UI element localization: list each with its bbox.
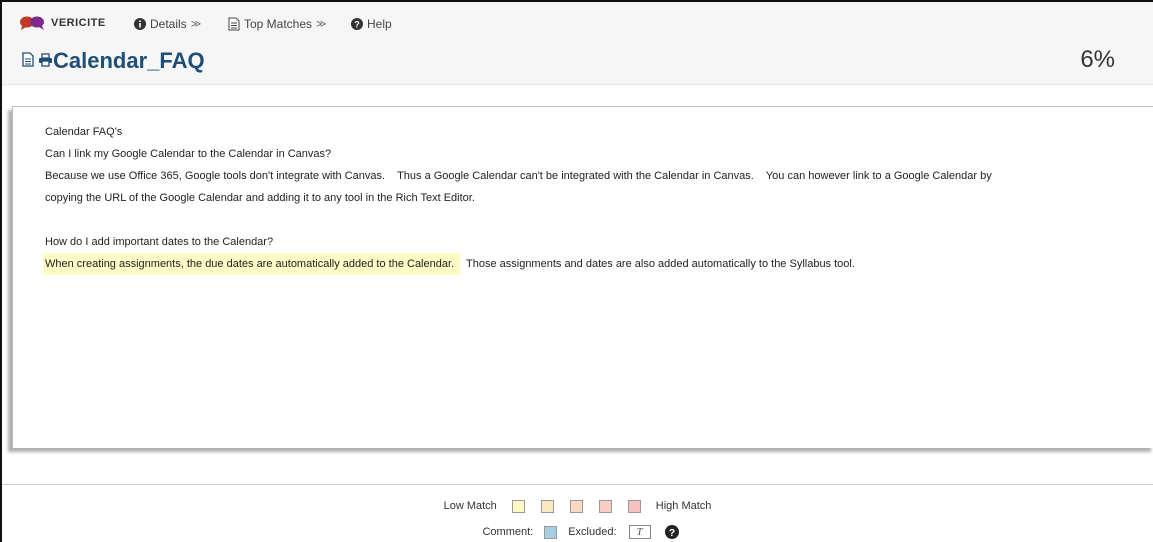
svg-text:?: ? [668,527,674,539]
top-nav: VERICITE Details ≫ Top Matches ≫ ? Help [2,2,1153,38]
similarity-score: 6% [1080,46,1115,73]
excluded-label: Excluded: [568,526,617,538]
match-swatch [598,499,612,513]
document-line: When creating assignments, the due dates… [13,253,1153,275]
match-swatch [511,499,525,513]
print-icon[interactable] [38,52,53,72]
match-swatch [569,499,583,513]
divider [2,484,1153,485]
comment-swatch [544,525,558,539]
chevron-down-icon: ≫ [190,18,202,30]
info-icon [134,18,146,30]
annotation-legend: Comment: Excluded: T ? [2,522,1153,542]
document-line: Because we use Office 365, Google tools … [45,170,992,182]
document-text: Those assignments and dates are also add… [460,258,855,270]
match-swatch [627,499,641,513]
document-line: Calendar FAQ's [45,126,123,138]
brand-name: VERICITE [51,17,106,29]
document-line: copying the URL of the Google Calendar a… [45,192,475,204]
match-highlight[interactable]: When creating assignments, the due dates… [43,253,461,275]
question-circle-icon: ? [351,18,363,30]
low-match-label: Low Match [443,500,497,512]
question-circle-icon[interactable]: ? [664,525,679,539]
match-legend: Low Match High Match [2,496,1153,516]
comment-label: Comment: [482,526,534,538]
speech-bubbles-icon [20,16,44,30]
svg-text:?: ? [354,19,360,29]
details-label: Details [150,17,187,31]
brand-logo[interactable]: VERICITE [20,16,106,30]
document-line: How do I add important dates to the Cale… [45,236,274,248]
details-menu[interactable]: Details ≫ [134,17,201,31]
page-title: Calendar_FAQ [53,48,205,73]
chevron-down-icon: ≫ [316,18,327,30]
top-matches-menu[interactable]: Top Matches ≫ [228,17,327,31]
excluded-swatch: T [628,525,651,539]
document-icon [228,17,240,31]
divider [2,84,1153,106]
match-swatch [540,499,554,513]
help-menu[interactable]: ? Help [351,17,392,31]
document-panel: Calendar FAQ's Can I link my Google Cale… [12,106,1153,448]
help-label: Help [367,17,392,31]
document-icon[interactable] [22,52,34,72]
high-match-label: High Match [655,500,712,512]
top-matches-label: Top Matches [244,17,313,31]
document-line: Can I link my Google Calendar to the Cal… [45,148,332,160]
title-bar: Calendar_FAQ 6% [2,38,1153,84]
